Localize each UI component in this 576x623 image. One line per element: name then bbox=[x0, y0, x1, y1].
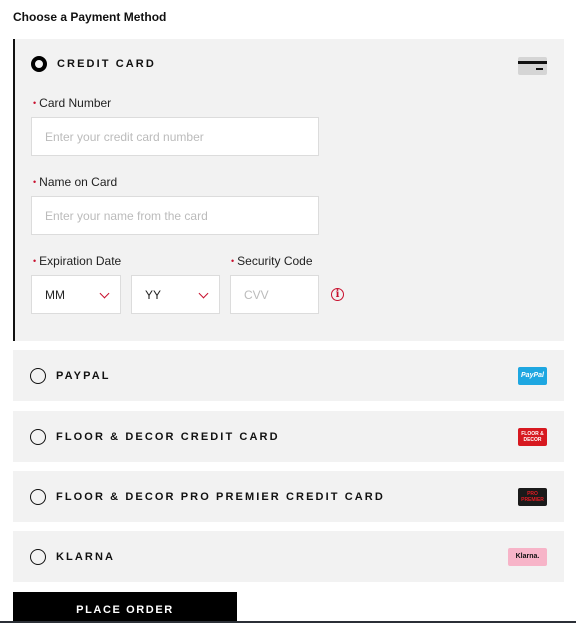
expiration-month-select[interactable]: MM bbox=[31, 275, 121, 314]
pro-premier-credit-card-radio[interactable] bbox=[30, 488, 46, 505]
payment-option-pro-premier-credit-card[interactable]: FLOOR & DECOR PRO PREMIER CREDIT CARD PR… bbox=[13, 471, 564, 522]
card-number-input[interactable]: Enter your credit card number bbox=[31, 117, 319, 156]
payment-option-floor-decor-credit-card[interactable]: FLOOR & DECOR CREDIT CARD FLOOR & DECOR bbox=[13, 411, 564, 462]
chevron-down-icon bbox=[198, 288, 209, 299]
klarna-logo-icon: Klarna. bbox=[508, 547, 547, 566]
pro-premier-logo-icon: PRO PREMIER bbox=[518, 487, 547, 506]
paypal-logo-icon: PayPal bbox=[518, 366, 547, 385]
credit-card-label[interactable]: CREDIT CARD bbox=[57, 58, 156, 70]
floor-decor-logo-icon: FLOOR & DECOR bbox=[518, 427, 547, 446]
floor-decor-credit-card-label: FLOOR & DECOR CREDIT CARD bbox=[56, 430, 280, 443]
payment-option-credit-card: CREDIT CARD • Card Number Enter your cred… bbox=[13, 39, 564, 341]
name-on-card-input[interactable]: Enter your name from the card bbox=[31, 196, 319, 235]
info-icon[interactable]: i bbox=[331, 288, 344, 301]
credit-card-radio-selected[interactable] bbox=[31, 56, 47, 72]
expiration-date-label: • Expiration Date bbox=[33, 254, 122, 268]
page-title: Choose a Payment Method bbox=[13, 10, 167, 24]
chevron-down-icon bbox=[99, 288, 110, 299]
floor-decor-credit-card-radio[interactable] bbox=[30, 428, 46, 445]
payment-option-klarna[interactable]: KLARNA Klarna. bbox=[13, 531, 564, 582]
pro-premier-credit-card-label: FLOOR & DECOR PRO PREMIER CREDIT CARD bbox=[56, 490, 385, 503]
required-marker: • bbox=[33, 98, 37, 108]
klarna-radio[interactable] bbox=[30, 548, 46, 565]
expiration-year-select[interactable]: YY bbox=[131, 275, 220, 314]
required-marker: • bbox=[33, 177, 37, 187]
payment-option-paypal[interactable]: PAYPAL PayPal bbox=[13, 350, 564, 401]
paypal-label: PAYPAL bbox=[56, 369, 111, 382]
card-number-label: • Card Number bbox=[33, 96, 112, 110]
klarna-label: KLARNA bbox=[56, 550, 116, 563]
name-on-card-label: • Name on Card bbox=[33, 175, 118, 189]
required-marker: • bbox=[231, 256, 235, 266]
credit-card-icon bbox=[518, 57, 547, 75]
security-code-input[interactable]: CVV bbox=[230, 275, 319, 314]
place-order-button[interactable]: PLACE ORDER bbox=[13, 592, 237, 623]
security-code-label: • Security Code bbox=[231, 254, 313, 268]
required-marker: • bbox=[33, 256, 37, 266]
paypal-radio[interactable] bbox=[30, 367, 46, 384]
